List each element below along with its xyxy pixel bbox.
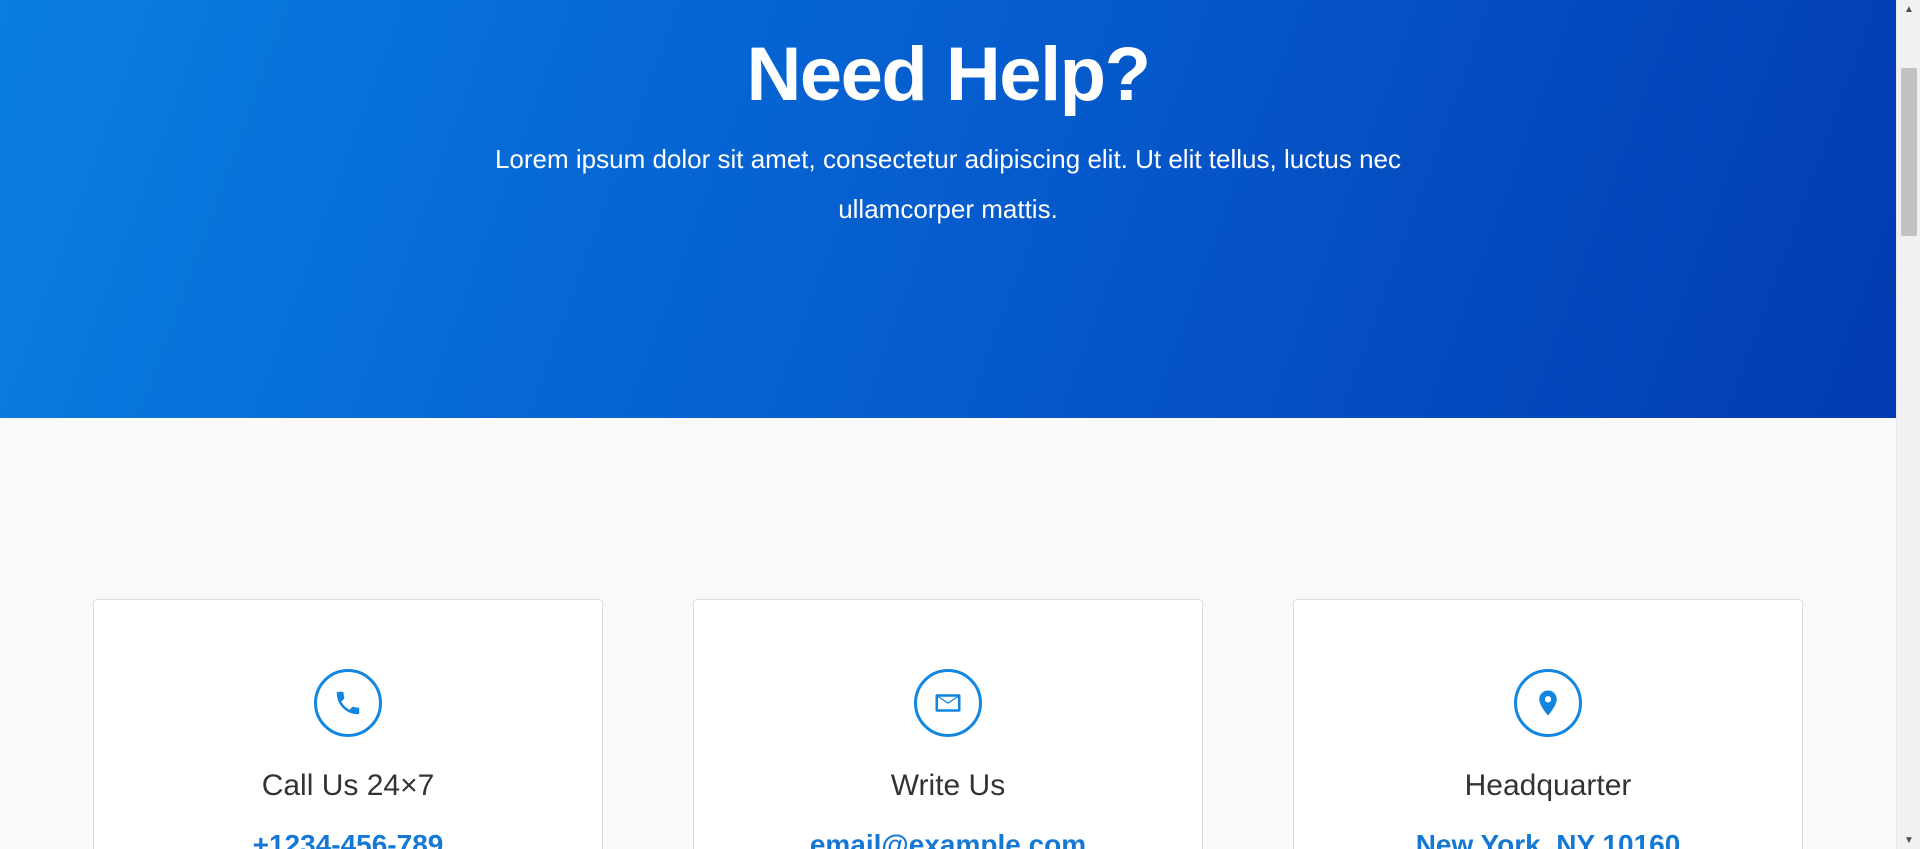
hero-description: Lorem ipsum dolor sit amet, consectetur … <box>494 144 1402 224</box>
phone-icon <box>314 669 382 737</box>
phone-link[interactable]: +1234-456-789 <box>94 825 602 849</box>
email-link[interactable]: email@example.com <box>694 825 1202 849</box>
envelope-icon <box>914 669 982 737</box>
hero-title: Need Help? <box>746 32 1151 117</box>
contact-cards: Call Us 24×7 +1234-456-789 Write Us emai… <box>0 599 1896 849</box>
scroll-up-arrow[interactable]: ▲ <box>1897 0 1920 18</box>
scroll-down-arrow[interactable]: ▼ <box>1897 831 1920 849</box>
card-title: Call Us 24×7 <box>261 769 435 802</box>
scrollbar-thumb[interactable] <box>1901 68 1917 236</box>
vertical-scrollbar[interactable]: ▲ ▼ <box>1896 0 1920 849</box>
contact-card-phone: Call Us 24×7 +1234-456-789 <box>93 599 603 849</box>
contact-card-email: Write Us email@example.com <box>693 599 1203 849</box>
card-title: Write Us <box>890 769 1006 802</box>
page-viewport: Need Help? Lorem ipsum dolor sit amet, c… <box>0 0 1896 849</box>
hero-section: Need Help? Lorem ipsum dolor sit amet, c… <box>0 0 1896 418</box>
card-title: Headquarter <box>1464 769 1632 802</box>
address-link[interactable]: New York, NY 10160 <box>1294 825 1802 849</box>
contact-card-headquarter: Headquarter New York, NY 10160 <box>1293 599 1803 849</box>
location-pin-icon <box>1514 669 1582 737</box>
